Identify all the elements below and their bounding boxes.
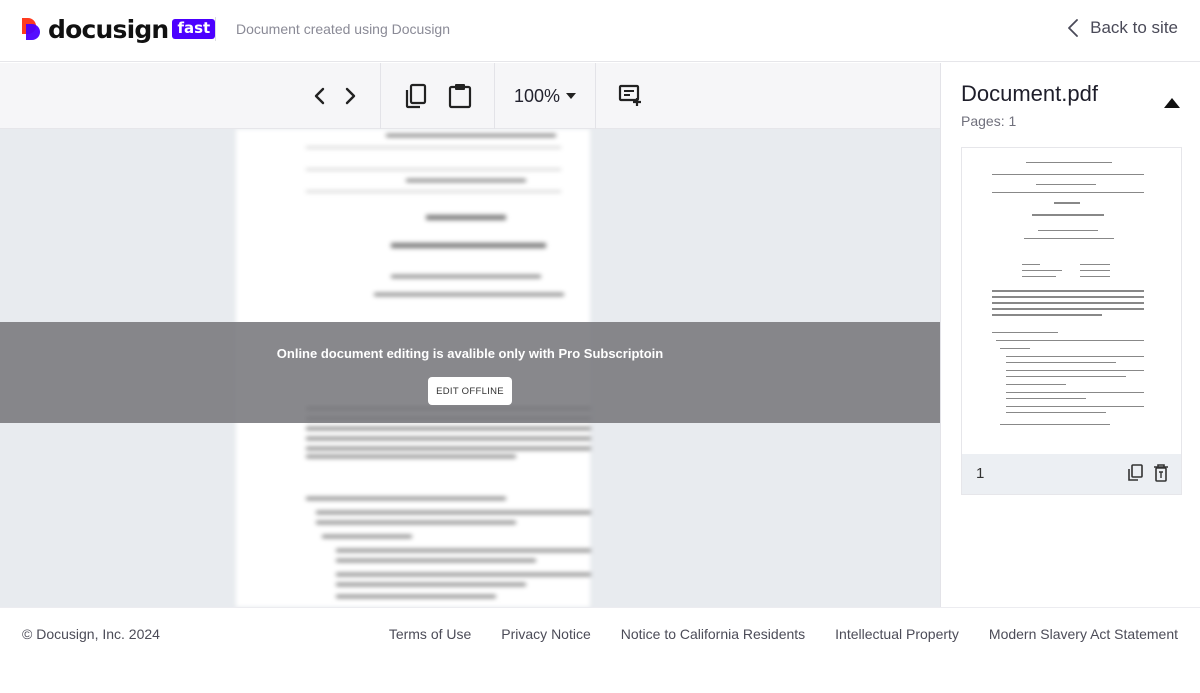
back-to-site-link[interactable]: Back to site (1068, 18, 1178, 38)
zoom-group: 100% (494, 63, 595, 129)
collapse-panel-button[interactable] (1164, 95, 1180, 113)
add-text-icon (618, 84, 641, 106)
privacy-notice-link[interactable]: Privacy Notice (501, 626, 590, 642)
pro-subscription-message: Online document editing is avalible only… (276, 346, 664, 361)
copy-button[interactable] (400, 80, 432, 112)
document-viewer: Online document editing is avalible only… (0, 129, 940, 607)
text-tools-group (595, 63, 665, 129)
chevron-right-icon (345, 87, 356, 105)
page-count: Pages: 1 (961, 113, 1017, 129)
clipboard-icon (448, 84, 471, 109)
brand-badge: fast (172, 19, 216, 39)
page-number: 1 (976, 465, 985, 482)
duplicate-page-button[interactable] (1127, 464, 1143, 487)
page-thumbnail[interactable]: 1 (961, 147, 1182, 495)
footer-links: Terms of Use Privacy Notice Notice to Ca… (389, 626, 1178, 642)
caret-up-icon (1164, 98, 1180, 108)
intellectual-property-link[interactable]: Intellectual Property (835, 626, 959, 642)
chevron-left-icon (1068, 19, 1079, 37)
header: docusign fast Document created using Doc… (0, 0, 1200, 62)
copyright-text: © Docusign, Inc. 2024 (22, 626, 160, 642)
page-navigation-group (290, 63, 380, 129)
footer: © Docusign, Inc. 2024 Terms of Use Priva… (0, 607, 1200, 693)
california-notice-link[interactable]: Notice to California Residents (621, 626, 805, 642)
next-page-button[interactable] (335, 80, 367, 112)
paste-button[interactable] (444, 80, 476, 112)
modern-slavery-statement-link[interactable]: Modern Slavery Act Statement (989, 626, 1178, 642)
header-divider (215, 17, 216, 41)
brand-name: docusign (48, 14, 169, 44)
previous-page-button[interactable] (303, 80, 335, 112)
file-name: Document.pdf (961, 81, 1098, 106)
clipboard-group (380, 63, 494, 129)
caret-down-icon (566, 93, 577, 99)
trash-icon (1154, 464, 1168, 482)
copy-icon (405, 83, 426, 109)
docusign-logo[interactable]: docusign fast (22, 14, 216, 44)
chevron-left-icon (314, 87, 325, 105)
zoom-select[interactable]: 100% (513, 85, 577, 107)
zoom-value: 100% (513, 85, 561, 106)
pages-panel: Document.pdf Pages: 1 1 (940, 63, 1200, 607)
terms-of-use-link[interactable]: Terms of Use (389, 626, 471, 642)
add-text-button[interactable] (615, 80, 647, 112)
delete-page-button[interactable] (1153, 464, 1169, 487)
editor-toolbar: 100% (0, 63, 940, 129)
copy-icon (1128, 464, 1143, 481)
back-to-site-label: Back to site (1090, 18, 1178, 37)
header-subtitle: Document created using Docusign (236, 21, 451, 37)
page-thumbnail-footer: 1 (962, 454, 1181, 494)
docusign-logo-mark-icon (22, 18, 42, 40)
page-thumbnail-preview (992, 156, 1144, 432)
edit-offline-button[interactable]: EDIT OFFLINE (428, 377, 512, 405)
pro-subscription-overlay: Online document editing is avalible only… (0, 322, 940, 423)
